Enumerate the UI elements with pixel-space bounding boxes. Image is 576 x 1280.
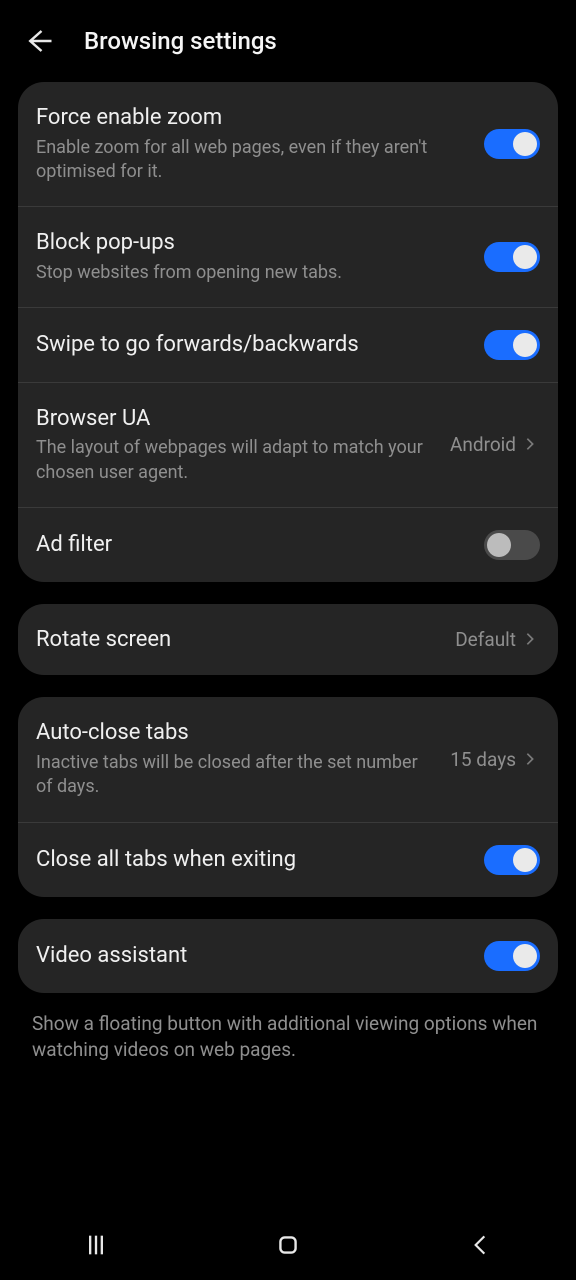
row-label: Rotate screen	[36, 626, 443, 654]
system-nav-bar	[0, 1210, 576, 1280]
toggle-ad-filter[interactable]	[484, 530, 540, 560]
toggle-swipe-navigation[interactable]	[484, 330, 540, 360]
back-button[interactable]	[22, 24, 56, 58]
row-close-tabs-exit[interactable]: Close all tabs when exiting	[18, 823, 558, 897]
nav-back-button[interactable]	[430, 1232, 530, 1258]
row-label: Browser UA	[36, 405, 438, 433]
toggle-block-popups[interactable]	[484, 242, 540, 272]
toggle-close-tabs-exit[interactable]	[484, 845, 540, 875]
row-value: 15 days	[450, 748, 516, 771]
row-browser-ua[interactable]: Browser UA The layout of webpages will a…	[18, 383, 558, 508]
row-label: Ad filter	[36, 531, 472, 559]
toggle-force-enable-zoom[interactable]	[484, 129, 540, 159]
chevron-left-icon	[467, 1232, 493, 1258]
row-value: Default	[455, 628, 516, 651]
recents-icon	[82, 1231, 110, 1259]
row-subtext: Enable zoom for all web pages, even if t…	[36, 136, 472, 185]
row-label: Force enable zoom	[36, 104, 472, 132]
row-swipe-navigation[interactable]: Swipe to go forwards/backwards	[18, 308, 558, 383]
row-subtext: Inactive tabs will be closed after the s…	[36, 751, 438, 800]
settings-group-1: Force enable zoom Enable zoom for all we…	[18, 82, 558, 582]
row-label: Swipe to go forwards/backwards	[36, 331, 472, 359]
row-rotate-screen[interactable]: Rotate screen Default	[18, 604, 558, 676]
row-force-enable-zoom[interactable]: Force enable zoom Enable zoom for all we…	[18, 82, 558, 207]
header: Browsing settings	[0, 0, 576, 82]
row-value: Android	[450, 433, 516, 456]
chevron-right-icon	[522, 631, 540, 649]
arrow-left-icon	[24, 26, 54, 56]
chevron-right-icon	[522, 436, 540, 454]
row-label: Auto-close tabs	[36, 719, 438, 747]
recents-button[interactable]	[46, 1231, 146, 1259]
settings-group-3: Auto-close tabs Inactive tabs will be cl…	[18, 697, 558, 896]
row-subtext: Stop websites from opening new tabs.	[36, 261, 472, 285]
row-label: Video assistant	[36, 942, 472, 970]
toggle-video-assistant[interactable]	[484, 941, 540, 971]
page-title: Browsing settings	[84, 27, 277, 55]
group-description: Show a floating button with additional v…	[0, 1011, 576, 1064]
home-button[interactable]	[238, 1232, 338, 1258]
settings-group-2: Rotate screen Default	[18, 604, 558, 676]
row-block-popups[interactable]: Block pop-ups Stop websites from opening…	[18, 207, 558, 308]
row-video-assistant[interactable]: Video assistant	[18, 919, 558, 993]
row-auto-close-tabs[interactable]: Auto-close tabs Inactive tabs will be cl…	[18, 697, 558, 822]
row-label: Block pop-ups	[36, 229, 472, 257]
chevron-right-icon	[522, 751, 540, 769]
home-icon	[275, 1232, 301, 1258]
row-label: Close all tabs when exiting	[36, 846, 472, 874]
settings-group-4: Video assistant	[18, 919, 558, 993]
row-subtext: The layout of webpages will adapt to mat…	[36, 436, 438, 485]
row-ad-filter[interactable]: Ad filter	[18, 508, 558, 582]
